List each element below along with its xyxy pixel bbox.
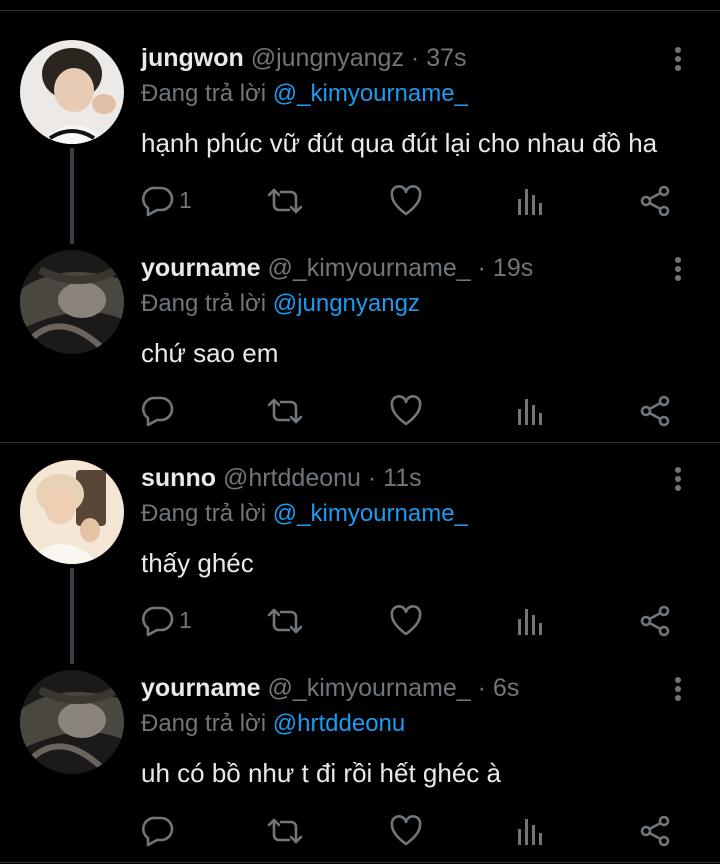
share-icon <box>640 815 670 847</box>
like-icon <box>390 605 422 636</box>
separator-dot: · <box>410 44 420 72</box>
avatar[interactable] <box>20 670 124 774</box>
avatar[interactable] <box>20 250 124 354</box>
display-name[interactable]: yourname <box>141 254 260 282</box>
replying-prefix: Đang trả lời <box>141 500 267 527</box>
tweet-text: hạnh phúc vữ đút qua đút lại cho nhau đồ… <box>141 128 658 158</box>
more-icon[interactable] <box>668 670 688 704</box>
retweet-icon <box>267 398 303 424</box>
tweet-text: thấy ghéc <box>141 548 254 578</box>
more-icon[interactable] <box>668 250 688 284</box>
replying-to-line: Đang trả lời @hrtddeonu <box>141 710 405 738</box>
top-divider <box>0 10 720 11</box>
retweet-icon <box>267 188 303 214</box>
analytics-icon <box>518 609 542 635</box>
like-icon <box>390 815 422 846</box>
like-icon <box>390 395 422 426</box>
reply-count: 1 <box>179 187 192 213</box>
more-icon[interactable] <box>668 40 688 74</box>
share-icon <box>640 185 670 217</box>
display-name[interactable]: yourname <box>141 674 260 702</box>
separator-dot: · <box>477 674 486 702</box>
user-handle[interactable]: @_kimyourname_ <box>267 254 470 282</box>
replying-prefix: Đang trả lời <box>141 290 267 317</box>
action-bar: 1 <box>141 603 681 639</box>
thread-connector <box>70 568 74 664</box>
reply-count: 1 <box>179 607 192 633</box>
retweet-icon <box>267 608 303 634</box>
like-icon <box>390 185 422 216</box>
more-icon[interactable] <box>668 460 688 494</box>
reply-icon <box>142 396 174 427</box>
analytics-icon <box>518 189 542 215</box>
separator-dot: · <box>477 254 486 282</box>
mention-link[interactable]: @hrtddeonu <box>273 710 405 737</box>
replying-to-line: Đang trả lời @jungnyangz <box>141 290 420 318</box>
replying-prefix: Đang trả lời <box>141 80 267 107</box>
timestamp[interactable]: 6s <box>493 674 519 702</box>
share-icon <box>640 605 670 637</box>
reply-icon <box>142 816 174 847</box>
avatar[interactable] <box>20 40 124 144</box>
user-handle[interactable]: @_kimyourname_ <box>267 674 470 702</box>
timestamp[interactable]: 11s <box>383 464 421 492</box>
display-name[interactable]: jungwon <box>141 44 244 72</box>
thread-connector <box>70 148 74 244</box>
mention-link[interactable]: @_kimyourname_ <box>273 500 468 527</box>
replying-to-line: Đang trả lời @_kimyourname_ <box>141 80 468 108</box>
share-icon <box>640 395 670 427</box>
replying-prefix: Đang trả lời <box>141 710 267 737</box>
user-handle[interactable]: @jungnyangz <box>251 44 404 72</box>
timestamp[interactable]: 37s <box>426 44 466 72</box>
replying-to-line: Đang trả lời @_kimyourname_ <box>141 500 468 528</box>
mention-link[interactable]: @jungnyangz <box>273 290 420 317</box>
analytics-icon <box>518 819 542 845</box>
reply-icon <box>142 186 174 217</box>
tweet-text: chứ sao em <box>141 338 279 368</box>
action-bar <box>141 813 681 849</box>
retweet-icon <box>267 818 303 844</box>
avatar[interactable] <box>20 460 124 564</box>
user-handle[interactable]: @hrtddeonu <box>223 464 361 492</box>
timestamp[interactable]: 19s <box>493 254 533 282</box>
display-name[interactable]: sunno <box>141 464 216 492</box>
mention-link[interactable]: @_kimyourname_ <box>273 80 468 107</box>
action-bar: 1 <box>141 183 681 219</box>
reply-icon <box>142 606 174 637</box>
action-bar <box>141 393 681 429</box>
thread-divider <box>0 862 720 863</box>
analytics-icon <box>518 399 542 425</box>
tweet-text: uh có bồ như t đi rồi hết ghéc à <box>141 758 501 788</box>
thread-divider <box>0 442 720 443</box>
separator-dot: · <box>367 464 377 492</box>
